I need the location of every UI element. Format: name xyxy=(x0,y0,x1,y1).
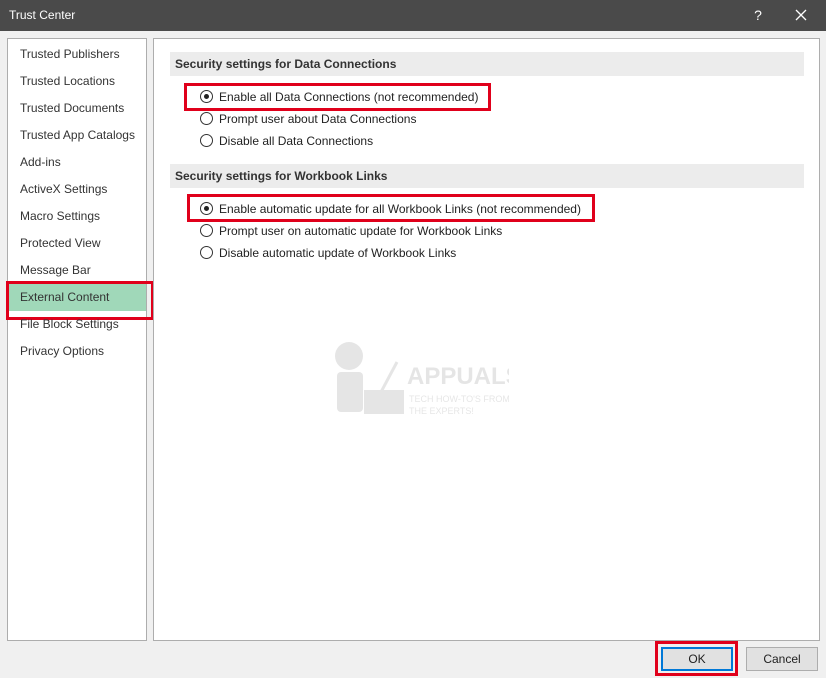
radio-label: Prompt user about Data Connections xyxy=(219,112,417,126)
sidebar-item-protected-view[interactable]: Protected View xyxy=(8,230,146,257)
watermark-tagline-1: TECH HOW-TO'S FROM xyxy=(409,394,509,404)
sidebar-item-privacy-options[interactable]: Privacy Options xyxy=(8,338,146,365)
sidebar-item-trusted-locations[interactable]: Trusted Locations xyxy=(8,68,146,95)
radio-label: Disable all Data Connections xyxy=(219,134,374,148)
main-panel: Security settings for Data Connections E… xyxy=(153,38,820,641)
sidebar-item-trusted-publishers[interactable]: Trusted Publishers xyxy=(8,41,146,68)
sidebar-item-file-block-settings[interactable]: File Block Settings xyxy=(8,311,146,338)
close-button[interactable] xyxy=(786,3,816,27)
sidebar: Trusted Publishers Trusted Locations Tru… xyxy=(6,38,154,641)
data-connections-header: Security settings for Data Connections xyxy=(170,52,804,76)
sidebar-item-message-bar[interactable]: Message Bar xyxy=(8,257,146,284)
title-bar: Trust Center ? xyxy=(0,0,826,31)
close-icon xyxy=(795,9,807,21)
help-button[interactable]: ? xyxy=(746,3,770,27)
appuals-watermark-logo: APPUALS TECH HOW-TO'S FROM THE EXPERTS! xyxy=(335,342,509,416)
sidebar-item-external-content[interactable]: External Content xyxy=(6,281,154,320)
sidebar-item-trusted-documents[interactable]: Trusted Documents xyxy=(8,95,146,122)
radio-label: Enable all Data Connections (not recomme… xyxy=(219,90,479,104)
radio-button xyxy=(200,90,213,103)
radio-button xyxy=(200,134,213,147)
radio-label: Enable automatic update for all Workbook… xyxy=(219,202,581,216)
watermark-brand: APPUALS xyxy=(407,363,509,390)
cancel-button[interactable]: Cancel xyxy=(746,647,818,671)
sidebar-item-macro-settings[interactable]: Macro Settings xyxy=(8,203,146,230)
radio-button xyxy=(200,246,213,259)
radio-button xyxy=(200,224,213,237)
radio-label: Disable automatic update of Workbook Lin… xyxy=(219,246,457,260)
radio-label: Prompt user on automatic update for Work… xyxy=(219,224,503,238)
sidebar-item-add-ins[interactable]: Add-ins xyxy=(8,149,146,176)
ok-button[interactable]: OK xyxy=(661,647,733,671)
sidebar-item-trusted-app-catalogs[interactable]: Trusted App Catalogs xyxy=(8,122,146,149)
radio-button xyxy=(200,112,213,125)
window-title: Trust Center xyxy=(9,8,76,22)
watermark-tagline-2: THE EXPERTS! xyxy=(409,406,474,416)
sidebar-item-activex-settings[interactable]: ActiveX Settings xyxy=(8,176,146,203)
workbook-links-header: Security settings for Workbook Links xyxy=(170,164,804,188)
radio-button xyxy=(200,202,213,215)
